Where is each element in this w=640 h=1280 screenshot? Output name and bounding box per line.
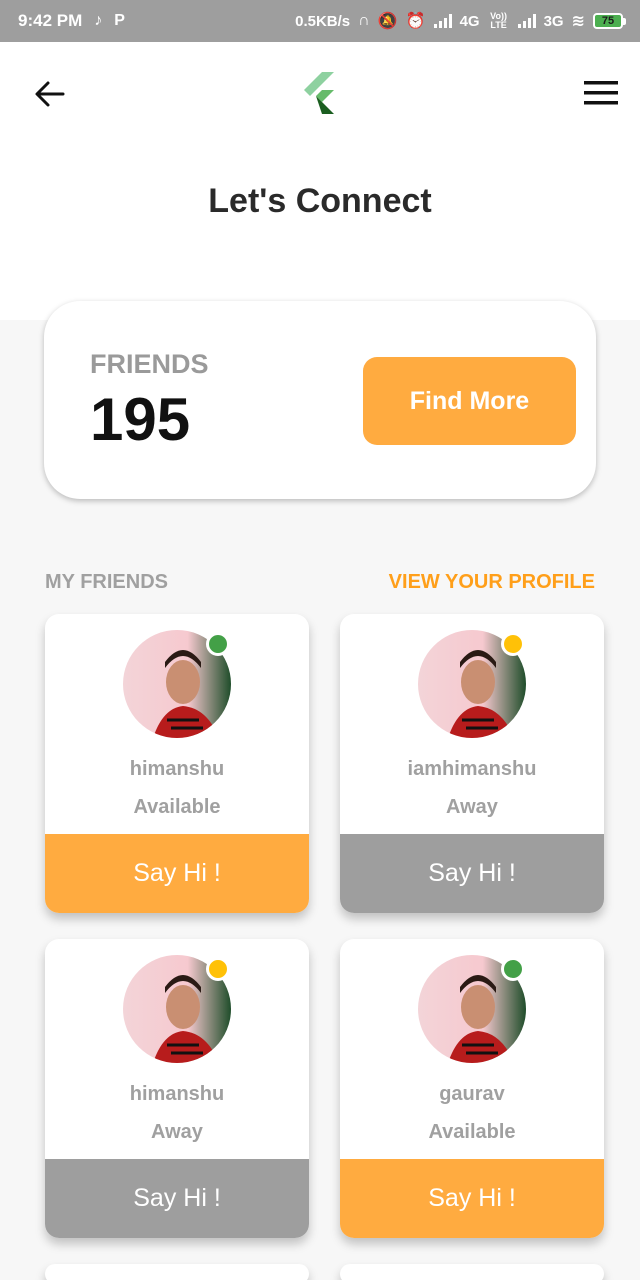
online-status-dot	[206, 632, 230, 656]
friends-label: FRIENDS	[90, 349, 209, 379]
away-status-dot	[206, 957, 230, 981]
battery-level: 75	[593, 13, 623, 29]
friend-status: Available	[133, 796, 221, 818]
say-hi-button[interactable]: Say Hi !	[45, 1159, 309, 1238]
online-status-dot	[501, 957, 525, 981]
friend-status: Away	[151, 1121, 203, 1143]
friend-status: Available	[428, 1121, 516, 1143]
friend-card: himanshu Available Say Hi !	[45, 614, 309, 913]
view-profile-link[interactable]: VIEW YOUR PROFILE	[389, 571, 595, 594]
friends-count: 195	[90, 386, 191, 453]
my-friends-heading: MY FRIENDS	[45, 571, 168, 593]
signal-strength-icon-2	[517, 14, 536, 28]
mute-bell-icon: 🔕	[377, 13, 398, 30]
back-button[interactable]	[32, 76, 68, 112]
friends-summary-card: FRIENDS 195 Find More	[44, 301, 596, 499]
network-speed: 0.5KB/s	[295, 12, 351, 30]
menu-button[interactable]	[582, 78, 620, 108]
p-app-icon: P	[114, 12, 125, 29]
say-hi-button[interactable]: Say Hi !	[340, 1159, 604, 1238]
away-status-dot	[501, 632, 525, 656]
headphones-icon: ∩	[358, 12, 370, 29]
friend-card: gaurav Available Say Hi !	[340, 939, 604, 1238]
volte-label: Vo)) LTE	[490, 11, 507, 30]
friend-card-partial	[340, 1264, 604, 1280]
network-type-2: 3G	[543, 12, 564, 30]
arrow-left-icon	[35, 81, 65, 107]
app-header: Let's Connect	[0, 42, 640, 320]
flutter-logo-icon	[300, 70, 342, 116]
say-hi-button[interactable]: Say Hi !	[45, 834, 309, 913]
friend-card: iamhimanshu Away Say Hi !	[340, 614, 604, 913]
say-hi-button[interactable]: Say Hi !	[340, 834, 604, 913]
friend-name: himanshu	[129, 758, 225, 780]
find-more-button[interactable]: Find More	[363, 357, 576, 445]
friend-card: himanshu Away Say Hi !	[45, 939, 309, 1238]
status-time: 9:42 PM	[18, 11, 83, 30]
battery-icon: 75	[593, 13, 626, 29]
signal-strength-icon	[433, 14, 452, 28]
wifi-icon: ≋	[571, 13, 585, 30]
network-type-1: 4G	[459, 12, 480, 30]
page-title: Let's Connect	[208, 182, 432, 220]
friend-card-partial	[45, 1264, 309, 1280]
alarm-icon: ⏰	[405, 13, 426, 30]
tiktok-icon: ♪	[94, 12, 103, 29]
friend-name: himanshu	[129, 1083, 225, 1105]
friend-name: gaurav	[439, 1083, 505, 1105]
hamburger-menu-icon	[584, 81, 618, 105]
status-bar: 9:42 PM ♪ P 0.5KB/s ∩ 🔕 ⏰ 4G Vo)) LTE 3G…	[0, 0, 640, 42]
friend-name: iamhimanshu	[407, 758, 537, 780]
friend-status: Away	[446, 796, 498, 818]
